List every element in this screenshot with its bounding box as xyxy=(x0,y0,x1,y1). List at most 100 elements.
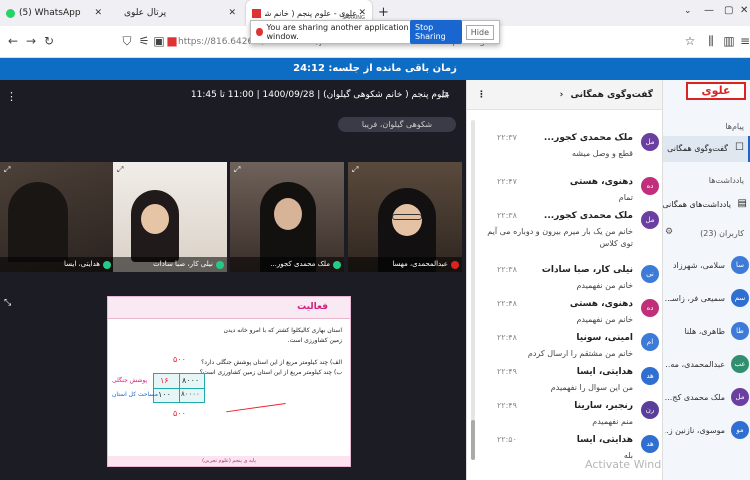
new-tab-button[interactable]: + xyxy=(378,5,389,20)
avatar: هد xyxy=(641,367,659,385)
chevron-down-icon[interactable]: ⌄ xyxy=(684,6,692,16)
back-icon[interactable]: ← xyxy=(6,34,20,48)
presentation-slide[interactable]: فعالیت استان بهاری کالیکلوا کشتر که با ا… xyxy=(107,296,351,467)
message-sender: ملک محمدی کجور... xyxy=(543,133,633,143)
avatar: سا xyxy=(731,256,749,274)
participant-face xyxy=(141,204,169,234)
tab-label: پرتال علوی xyxy=(124,8,167,18)
scrollbar-thumb[interactable] xyxy=(471,420,475,460)
sharing-dot-icon xyxy=(256,28,263,36)
avatar: مل xyxy=(731,388,749,406)
screen-share-icon[interactable]: ■ xyxy=(165,34,179,48)
close-icon[interactable]: ✕ xyxy=(94,8,102,18)
minimize-presentation-icon[interactable]: ⤡ xyxy=(4,298,11,308)
close-icon[interactable]: ✕ xyxy=(358,8,366,18)
stop-sharing-button[interactable]: Stop Sharing xyxy=(410,20,462,44)
ratio-table: ۱۶ ۸۰۰۰ ۱۰۰ ۸۰۰۰۰ xyxy=(153,373,205,403)
chevron-back-icon[interactable]: ‹ xyxy=(560,90,564,100)
handwriting-annotation xyxy=(226,402,290,442)
video-tile[interactable]: ⤢ هدایتی، ایسا xyxy=(0,162,114,272)
permissions-icon[interactable]: ⚟ xyxy=(137,34,151,48)
chat-message: مل ملک محمدی کجور... ۲۲:۳۷ قطع و وصل میش… xyxy=(473,130,659,175)
tab-portal[interactable]: پرتال علوی ✕ xyxy=(112,0,242,26)
bookmark-icon[interactable]: ☆ xyxy=(683,34,697,48)
hide-button[interactable]: Hide xyxy=(465,24,494,40)
user-item[interactable]: مل ملک محمدی کج... xyxy=(663,382,750,415)
participant-face xyxy=(392,204,422,236)
users-section-label: کاربران (23) xyxy=(700,229,744,238)
logo: علوی xyxy=(686,82,746,100)
message-sender: نیلی کار، صبا سادات xyxy=(541,265,633,275)
message-text: خانم من مشتقم را ارسال کردم xyxy=(527,349,633,358)
library-icon[interactable]: ⫼ xyxy=(704,34,718,48)
message-time: ۲۲:۴۸ xyxy=(497,299,517,308)
shared-notes-item[interactable]: ▤ یادداشت‌های همگانی xyxy=(663,194,750,216)
message-time: ۲۲:۴۷ xyxy=(497,177,517,186)
shared-notes-label: یادداشت‌های همگانی xyxy=(662,200,731,209)
user-item[interactable]: سا سلامی، شهرزاد xyxy=(663,250,750,283)
camera-icon[interactable]: ▣ xyxy=(152,34,166,48)
message-text: منم نفهمیدم xyxy=(592,417,633,426)
chat-panel: گفت‌وگوی همگانی ‹ ⋮ مل ملک محمدی کجور...… xyxy=(466,80,683,480)
table-value: ۱۶ xyxy=(160,376,169,385)
recording-pill: شکوهی گیلوان، فریبا xyxy=(338,117,456,132)
fullscreen-icon[interactable]: ⤢ xyxy=(117,165,123,175)
close-icon[interactable]: ✕ xyxy=(228,8,236,18)
avatar: نی xyxy=(641,265,659,283)
table-value: ۱۰۰ xyxy=(158,390,171,399)
user-item[interactable]: عب عبدالمحمدی، مه... xyxy=(663,349,750,382)
users-settings-icon[interactable]: ⚙ xyxy=(665,227,673,237)
sidebar-icon[interactable]: ▥ xyxy=(722,34,736,48)
video-tile[interactable]: ⤢ عبدالمحمدی، مهسا xyxy=(348,162,462,272)
user-item[interactable]: مو موسوی، نازنین ز... xyxy=(663,415,750,448)
reload-icon[interactable]: ↻ xyxy=(42,34,56,48)
user-name: موسوی، نازنین ز... xyxy=(665,426,725,435)
menu-icon[interactable]: ≡ xyxy=(738,34,750,48)
user-item[interactable]: سم سمیعی فر، زاسـ... xyxy=(663,283,750,316)
tab-whatsapp[interactable]: (5) WhatsApp ✕ xyxy=(0,0,108,26)
avatar: مل xyxy=(641,211,659,229)
video-tile[interactable]: ⤢ ملک محمدی کجور... xyxy=(230,162,344,272)
minimize-icon[interactable]: — xyxy=(704,5,714,16)
avatar: ده xyxy=(641,299,659,317)
annotation-number: ۵۰۰ xyxy=(173,409,186,418)
user-sidebar: علوی پیام‌ها ☐ گفت‌وگوی همگانی یادداشت‌ه… xyxy=(662,80,750,480)
fullscreen-icon[interactable]: ⤢ xyxy=(4,165,10,175)
more-options-icon[interactable]: ⋮ xyxy=(477,80,486,110)
avatar: مو xyxy=(731,421,749,439)
avatar: سم xyxy=(731,289,749,307)
mic-icon xyxy=(333,261,341,269)
user-name: سمیعی فر، زاسـ... xyxy=(665,294,725,303)
label-area: مساحت کل استان xyxy=(112,391,158,398)
message-sender: امینی، سونیا xyxy=(576,333,633,343)
fullscreen-icon[interactable]: ⤢ xyxy=(352,165,358,175)
more-options-icon[interactable]: ⋮ xyxy=(6,90,17,103)
avatar: رن xyxy=(641,401,659,419)
slide-header: فعالیت xyxy=(108,297,350,319)
message-text: خانم من یک بار میرم بیرون و دوباره می آی… xyxy=(487,227,633,248)
annotation-number: ۵۰۰ xyxy=(173,355,186,364)
maximize-icon[interactable]: ▢ xyxy=(724,5,733,16)
avatar: ام xyxy=(641,333,659,351)
chat-title: گفت‌وگوی همگانی xyxy=(570,90,653,100)
forward-icon[interactable]: → xyxy=(24,34,38,48)
message-sender: هدایتی، ایسا xyxy=(576,435,633,445)
notes-section-label: یادداشت‌ها xyxy=(708,176,744,185)
message-text: خانم من نفهمیدم xyxy=(576,315,633,324)
close-window-icon[interactable]: ✕ xyxy=(740,5,748,16)
message-time: ۲۲:۴۹ xyxy=(497,401,517,410)
chat-message-list[interactable]: مل ملک محمدی کجور... ۲۲:۳۷ قطع و وصل میش… xyxy=(467,112,663,480)
public-chat-item[interactable]: ☐ گفت‌وگوی همگانی xyxy=(663,136,750,162)
user-item[interactable]: طا طاهری، هلنا xyxy=(663,316,750,349)
avatar: عب xyxy=(731,355,749,373)
presentation-area: ⋮ علوم پنجم ( خانم شکوهی گیلوان) | 1400/… xyxy=(0,80,466,480)
slide-text-1: استان بهاری کالیکلوا کشتر که با امرو خان… xyxy=(223,327,342,334)
fullscreen-icon[interactable]: ⤢ xyxy=(234,165,240,175)
shield-icon[interactable]: ⛉ xyxy=(120,34,134,48)
video-tile[interactable]: ⤢ نیلی کار، صبا سادات xyxy=(113,162,227,272)
sharing-notification: You are sharing another application wind… xyxy=(250,20,500,44)
chat-scrollbar[interactable] xyxy=(471,120,475,460)
avatar: طا xyxy=(731,322,749,340)
sharing-message: You are sharing another application wind… xyxy=(266,23,409,41)
user-icon[interactable]: ⍝ xyxy=(442,88,449,102)
